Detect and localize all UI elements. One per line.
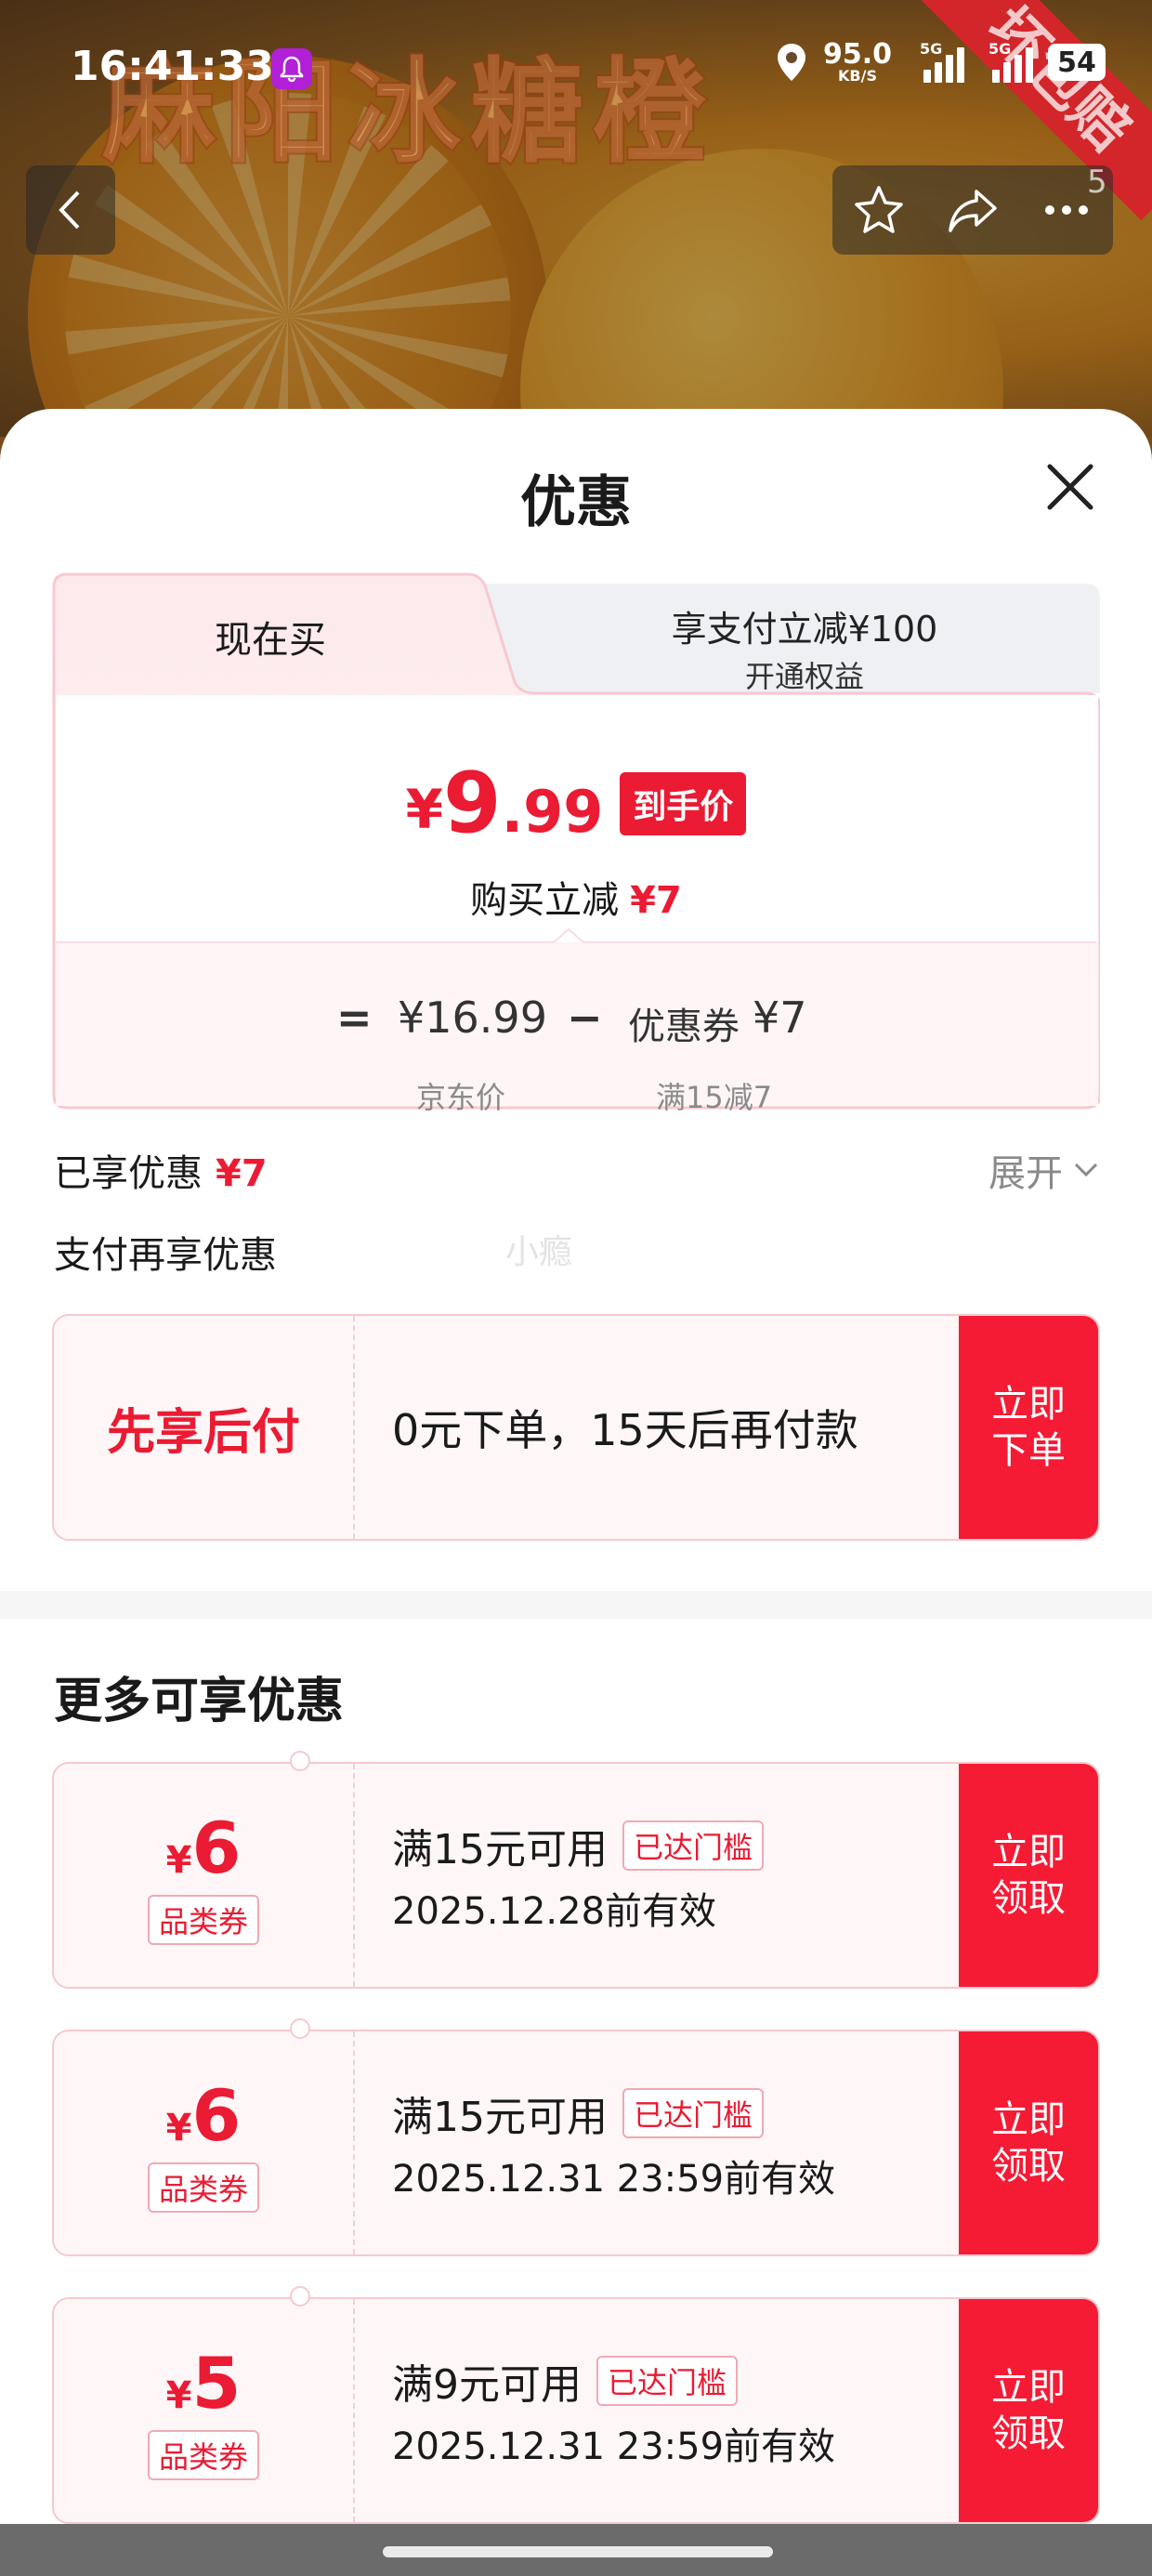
cart-badge: 5 xyxy=(1087,164,1107,201)
chevron-down-icon xyxy=(1074,1163,1098,1177)
bnpl-title: 先享后付 xyxy=(106,1404,300,1461)
tab-pay-discount[interactable]: 享支付立减¥100 开通权益 xyxy=(517,600,1093,696)
price-decimal: .99 xyxy=(501,778,604,846)
price-currency: ¥ xyxy=(405,777,443,841)
coupon-value: ¥7 xyxy=(753,992,807,1043)
coupon-validity: 2025.12.31 23:59前有效 xyxy=(392,2425,836,2468)
back-button[interactable] xyxy=(26,165,115,255)
coupon-validity: 2025.12.31 23:59前有效 xyxy=(392,2158,836,2201)
card-divider xyxy=(353,2299,355,2522)
equals-sign: = xyxy=(336,992,373,1043)
coupon-card: ¥6 品类券 满15元可用 已达门槛 2025.12.28前有效 立即 领取 xyxy=(52,1762,1100,1989)
signal-2: 5G xyxy=(988,40,1033,83)
order-now-label: 立即 下单 xyxy=(991,1383,1066,1472)
battery-indicator: 54 xyxy=(1048,44,1106,81)
price-tag: 到手价 xyxy=(620,771,747,835)
coupon-type: 品类券 xyxy=(147,2162,259,2213)
coupon-rule: 满15减7 xyxy=(656,1080,773,1115)
pay-more-heading: 支付再享优惠 xyxy=(54,1234,277,1277)
card-divider xyxy=(353,2031,355,2254)
home-indicator[interactable] xyxy=(383,2546,773,2557)
coupon-condition: 满9元可用 已达门槛 xyxy=(392,2351,835,2411)
coupon-validity: 2025.12.28前有效 xyxy=(392,1890,717,1933)
jd-price: ¥16.99 xyxy=(398,992,547,1043)
expand-button[interactable]: 展开 xyxy=(988,1143,1100,1197)
network-speed: 95.0 KB/S xyxy=(822,38,892,85)
coupon-amount: ¥5 xyxy=(165,2341,242,2425)
enjoyed-value: ¥7 xyxy=(216,1152,268,1195)
card-notch xyxy=(290,1751,310,1771)
clock: 16:41:33 xyxy=(71,43,274,90)
minus-sign: − xyxy=(567,992,603,1043)
discount-sheet: 优惠 现在买 享支付立减¥100 开通权益 ¥ 9 .99 到手价 购买立减 ¥… xyxy=(0,409,1152,2576)
reduce-label: 购买立减 xyxy=(470,879,620,922)
bnpl-description: 0元下单，15天后再付款 xyxy=(392,1405,858,1455)
coupon-amount: ¥6 xyxy=(165,2073,242,2157)
card-notch xyxy=(290,2018,310,2039)
tab-pay-sub: 开通权益 xyxy=(744,659,864,694)
claim-button[interactable]: 立即 领取 xyxy=(959,2299,1098,2522)
jd-price-label: 京东价 xyxy=(416,1080,506,1115)
price-card: 现在买 享支付立减¥100 开通权益 ¥ 9 .99 到手价 购买立减 ¥7 = … xyxy=(52,572,1100,1115)
threshold-tag: 已达门槛 xyxy=(622,2088,765,2138)
coupon-card: ¥6 品类券 满15元可用 已达门槛 2025.12.31 23:59前有效 立即… xyxy=(52,2030,1100,2256)
notification-bell-icon xyxy=(271,48,312,89)
coupon-card: ¥5 品类券 满9元可用 已达门槛 2025.12.31 23:59前有效 立即 … xyxy=(52,2297,1100,2524)
tab-buy-now[interactable]: 现在买 xyxy=(52,610,489,664)
claim-label: 立即 领取 xyxy=(991,2366,1066,2455)
coupon-type: 品类券 xyxy=(147,2429,259,2480)
price-breakdown: = ¥16.99 − 优惠券 ¥7 xyxy=(52,992,1100,1048)
coupon-condition: 满15元可用 已达门槛 xyxy=(392,1816,765,1875)
more-discounts-title: 更多可享优惠 xyxy=(54,1674,345,1729)
section-divider xyxy=(0,1591,1152,1619)
final-price: ¥ 9 .99 到手价 xyxy=(52,755,1100,852)
card-divider xyxy=(353,1316,355,1539)
watermark: 小瘾 xyxy=(505,1233,573,1271)
sheet-title: 优惠 xyxy=(520,470,632,535)
reduce-value: ¥7 xyxy=(630,879,682,922)
star-icon[interactable] xyxy=(851,182,907,238)
share-icon[interactable] xyxy=(945,182,1001,238)
more-icon[interactable] xyxy=(1039,182,1094,238)
claim-label: 立即 领取 xyxy=(991,2098,1066,2188)
claim-button[interactable]: 立即 领取 xyxy=(959,1764,1098,1987)
order-now-button[interactable]: 立即 下单 xyxy=(959,1316,1098,1539)
nav-actions xyxy=(832,165,1113,255)
back-chevron-icon xyxy=(59,191,80,230)
coupon-label: 优惠券 xyxy=(628,1005,740,1048)
claim-label: 立即 领取 xyxy=(991,1831,1066,1920)
claim-button[interactable]: 立即 领取 xyxy=(959,2031,1098,2254)
status-bar: 16:41:33 95.0 KB/S 5G 5G 54 xyxy=(0,0,1152,139)
threshold-tag: 已达门槛 xyxy=(622,1820,765,1871)
signal-1: 5G xyxy=(920,40,964,83)
threshold-tag: 已达门槛 xyxy=(596,2356,739,2406)
expand-label: 展开 xyxy=(988,1152,1063,1195)
price-integer: 9 xyxy=(442,755,502,852)
coupon-type: 品类券 xyxy=(147,1894,259,1945)
bnpl-card: 先享后付 0元下单，15天后再付款 立即 下单 xyxy=(52,1314,1100,1541)
enjoyed-label: 已享优惠 xyxy=(54,1152,203,1195)
coupon-amount: ¥6 xyxy=(165,1806,242,1889)
enjoyed-discount: 已享优惠 ¥7 xyxy=(54,1143,268,1197)
purchase-reduction: 购买立减 ¥7 xyxy=(52,870,1100,924)
coupon-condition: 满15元可用 已达门槛 xyxy=(392,2083,835,2143)
location-icon xyxy=(777,44,805,81)
tab-pay-label: 享支付立减¥100 xyxy=(671,609,938,650)
close-icon[interactable] xyxy=(1041,457,1100,517)
card-notch xyxy=(290,2286,310,2307)
card-divider xyxy=(353,1764,355,1987)
